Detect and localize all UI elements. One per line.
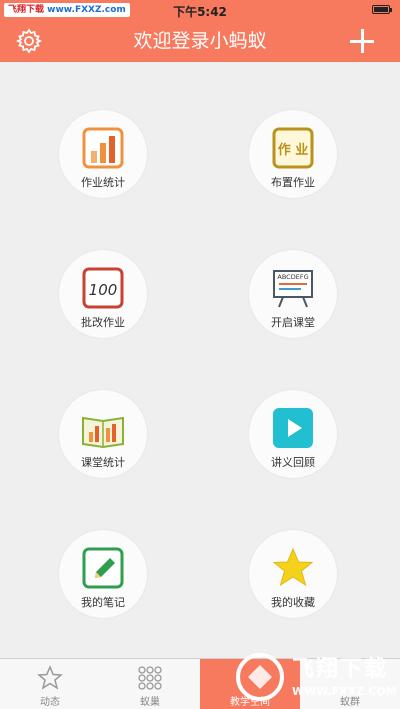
tab-nest[interactable]: 蚁巢 [100,659,200,709]
star-outline-icon [37,665,63,690]
note-icon [82,547,124,589]
feature-grid: 作业统计 作 业 布置作业 100 批改作业 ABCDEFG 开启课堂 课堂统计… [0,62,400,658]
star-icon [272,547,314,587]
tile-label: 课堂统计 [81,456,125,469]
tile-my-favorites[interactable]: 我的收藏 [249,530,341,630]
status-bar: 飞翔下载 www.FXXZ.com 下午5:42 [0,0,400,20]
tab-label: 动态 [40,697,60,708]
add-button[interactable] [350,29,374,53]
grade-100-icon: 100 [82,267,124,309]
tile-homework-stats[interactable]: 作业统计 [59,110,151,210]
tile-label: 作业统计 [81,176,125,189]
tile-my-notes[interactable]: 我的笔记 [59,530,151,630]
tab-label: 蚁巢 [140,697,160,708]
tab-label: 蚁群 [340,697,360,708]
tab-feed[interactable]: 动态 [0,659,100,709]
bar-chart-icon [82,127,124,169]
tile-label: 讲义回顾 [271,456,315,469]
battery-icon [372,5,392,14]
svg-text:100: 100 [89,281,118,299]
tile-lecture-review[interactable]: 讲义回顾 [249,390,341,490]
svg-text:作 业: 作 业 [278,142,309,158]
play-icon [273,408,313,448]
tab-teaching-space[interactable]: 教学空间 [200,659,300,709]
nav-bar: 欢迎登录小蚂蚁 [0,20,400,62]
status-time: 下午5:42 [173,5,227,19]
tile-label: 批改作业 [81,316,125,329]
book-chart-icon [82,416,124,449]
blackboard-icon: ABCDEFG [273,270,313,308]
tile-class-stats[interactable]: 课堂统计 [59,390,151,490]
tab-label: 教学空间 [230,697,270,708]
tile-label: 我的收藏 [271,596,315,609]
tile-assign-homework[interactable]: 作 业 布置作业 [249,110,341,210]
dots-grid-icon [138,666,162,690]
svg-text:ABCDEFG: ABCDEFG [277,273,308,281]
tab-bar: 动态 蚁巢 教学空间 蚁群 [0,658,400,709]
tile-label: 开启课堂 [271,316,315,329]
tile-grade-homework[interactable]: 100 批改作业 [59,250,151,350]
tab-group[interactable]: 蚁群 [300,659,400,709]
tile-start-class[interactable]: ABCDEFG 开启课堂 [249,250,341,350]
tile-label: 布置作业 [271,176,315,189]
homework-icon: 作 业 [272,127,314,169]
tile-label: 我的笔记 [81,596,125,609]
page-title: 欢迎登录小蚂蚁 [133,30,267,52]
